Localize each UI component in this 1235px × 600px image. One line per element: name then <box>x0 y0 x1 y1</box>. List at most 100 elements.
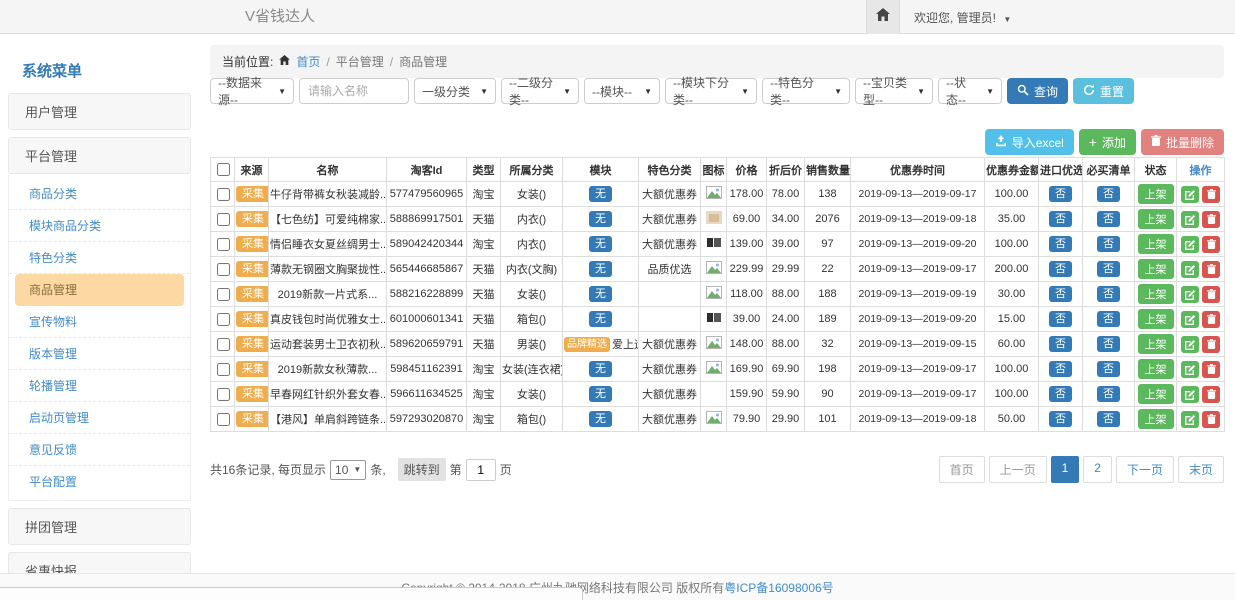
row-checkbox[interactable] <box>217 263 230 276</box>
status-toggle-button[interactable]: 上架 <box>1138 334 1174 354</box>
row-checkbox[interactable] <box>217 238 230 251</box>
row-checkbox[interactable] <box>217 288 230 301</box>
module-none-badge[interactable]: 无 <box>589 286 612 302</box>
filter-select-7[interactable]: --状态--▼ <box>938 78 1002 104</box>
must-buy-toggle[interactable]: 否 <box>1097 361 1120 377</box>
sidebar-item-模块商品分类[interactable]: 模块商品分类 <box>9 210 190 242</box>
query-button[interactable]: 查询 <box>1007 78 1068 104</box>
sidebar-item-轮播管理[interactable]: 轮播管理 <box>9 370 190 402</box>
sidebar-item-启动页管理[interactable]: 启动页管理 <box>9 402 190 434</box>
edit-button[interactable] <box>1181 386 1199 403</box>
filter-select-2[interactable]: --二级分类--▼ <box>501 78 579 104</box>
module-none-badge[interactable]: 无 <box>589 411 612 427</box>
import-optional-toggle[interactable]: 否 <box>1049 286 1072 302</box>
module-none-badge[interactable]: 无 <box>589 261 612 277</box>
module-none-badge[interactable]: 无 <box>589 386 612 402</box>
status-toggle-button[interactable]: 上架 <box>1138 284 1174 304</box>
must-buy-toggle[interactable]: 否 <box>1097 211 1120 227</box>
edit-button[interactable] <box>1181 411 1199 428</box>
row-checkbox[interactable] <box>217 413 230 426</box>
status-toggle-button[interactable]: 上架 <box>1138 359 1174 379</box>
must-buy-toggle[interactable]: 否 <box>1097 186 1120 202</box>
filter-select-6[interactable]: --宝贝类型--▼ <box>855 78 933 104</box>
filter-select-4[interactable]: --模块下分类--▼ <box>665 78 757 104</box>
import-optional-toggle[interactable]: 否 <box>1049 311 1072 327</box>
delete-button[interactable] <box>1202 336 1220 353</box>
edit-button[interactable] <box>1181 211 1199 228</box>
pager-button-下一页[interactable]: 下一页 <box>1116 456 1174 483</box>
import-optional-toggle[interactable]: 否 <box>1049 211 1072 227</box>
delete-button[interactable] <box>1202 236 1220 253</box>
import-optional-toggle[interactable]: 否 <box>1049 336 1072 352</box>
add-button[interactable]: + 添加 <box>1079 129 1136 155</box>
delete-button[interactable] <box>1202 411 1220 428</box>
home-button[interactable] <box>866 0 900 34</box>
sidebar-item-拼团管理[interactable]: 拼团管理 <box>8 508 191 545</box>
edit-button[interactable] <box>1181 361 1199 378</box>
filter-select-1[interactable]: 一级分类▼ <box>414 78 496 104</box>
import-optional-toggle[interactable]: 否 <box>1049 186 1072 202</box>
delete-button[interactable] <box>1202 361 1220 378</box>
sidebar-item-平台配置[interactable]: 平台配置 <box>9 466 190 497</box>
sidebar-item-商品分类[interactable]: 商品分类 <box>9 178 190 210</box>
sidebar-item-平台管理[interactable]: 平台管理 <box>8 137 191 174</box>
pager-button-末页[interactable]: 末页 <box>1178 456 1224 483</box>
delete-button[interactable] <box>1202 211 1220 228</box>
edit-button[interactable] <box>1181 286 1199 303</box>
filter-select-5[interactable]: --特色分类--▼ <box>762 78 850 104</box>
sidebar-item-省惠快报[interactable]: 省惠快报 <box>8 552 191 573</box>
row-checkbox[interactable] <box>217 388 230 401</box>
sidebar-item-意见反馈[interactable]: 意见反馈 <box>9 434 190 466</box>
filter-select-3[interactable]: --模块--▼ <box>584 78 660 104</box>
sidebar-item-版本管理[interactable]: 版本管理 <box>9 338 190 370</box>
status-toggle-button[interactable]: 上架 <box>1138 259 1174 279</box>
status-toggle-button[interactable]: 上架 <box>1138 309 1174 329</box>
must-buy-toggle[interactable]: 否 <box>1097 236 1120 252</box>
import-optional-toggle[interactable]: 否 <box>1049 361 1072 377</box>
module-none-badge[interactable]: 无 <box>589 311 612 327</box>
must-buy-toggle[interactable]: 否 <box>1097 386 1120 402</box>
edit-button[interactable] <box>1181 236 1199 253</box>
row-checkbox[interactable] <box>217 338 230 351</box>
name-search-input[interactable] <box>299 78 409 104</box>
import-optional-toggle[interactable]: 否 <box>1049 236 1072 252</box>
delete-button[interactable] <box>1202 386 1220 403</box>
must-buy-toggle[interactable]: 否 <box>1097 286 1120 302</box>
must-buy-toggle[interactable]: 否 <box>1097 261 1120 277</box>
edit-button[interactable] <box>1181 311 1199 328</box>
row-checkbox[interactable] <box>217 188 230 201</box>
row-checkbox[interactable] <box>217 363 230 376</box>
sidebar-item-用户管理[interactable]: 用户管理 <box>8 93 191 130</box>
edit-button[interactable] <box>1181 186 1199 203</box>
user-menu[interactable]: 欢迎您, 管理员! ▼ <box>914 9 1011 26</box>
must-buy-toggle[interactable]: 否 <box>1097 311 1120 327</box>
row-checkbox[interactable] <box>217 213 230 226</box>
import-optional-toggle[interactable]: 否 <box>1049 411 1072 427</box>
module-none-badge[interactable]: 无 <box>589 186 612 202</box>
sidebar-item-宣传物料[interactable]: 宣传物料 <box>9 306 190 338</box>
must-buy-toggle[interactable]: 否 <box>1097 336 1120 352</box>
per-page-select[interactable]: 10 ▼ <box>330 460 366 480</box>
batch-delete-button[interactable]: 批量删除 <box>1141 129 1224 155</box>
module-none-badge[interactable]: 无 <box>589 361 612 377</box>
delete-button[interactable] <box>1202 186 1220 203</box>
status-toggle-button[interactable]: 上架 <box>1138 234 1174 254</box>
sidebar-item-特色分类[interactable]: 特色分类 <box>9 242 190 274</box>
delete-button[interactable] <box>1202 286 1220 303</box>
sidebar-item-商品管理[interactable]: 商品管理 <box>15 274 184 306</box>
edit-button[interactable] <box>1181 261 1199 278</box>
status-toggle-button[interactable]: 上架 <box>1138 184 1174 204</box>
delete-button[interactable] <box>1202 311 1220 328</box>
select-all-checkbox[interactable] <box>217 163 230 176</box>
delete-button[interactable] <box>1202 261 1220 278</box>
page-number-input[interactable] <box>466 459 496 481</box>
module-none-badge[interactable]: 无 <box>589 236 612 252</box>
module-none-badge[interactable]: 无 <box>589 211 612 227</box>
must-buy-toggle[interactable]: 否 <box>1097 411 1120 427</box>
reset-button[interactable]: 重置 <box>1073 78 1134 104</box>
data-source-select[interactable]: --数据来源-- ▼ <box>210 78 294 104</box>
status-toggle-button[interactable]: 上架 <box>1138 209 1174 229</box>
jump-button[interactable]: 跳转到 <box>398 458 446 481</box>
status-toggle-button[interactable]: 上架 <box>1138 384 1174 404</box>
pager-button-1[interactable]: 1 <box>1051 456 1080 483</box>
